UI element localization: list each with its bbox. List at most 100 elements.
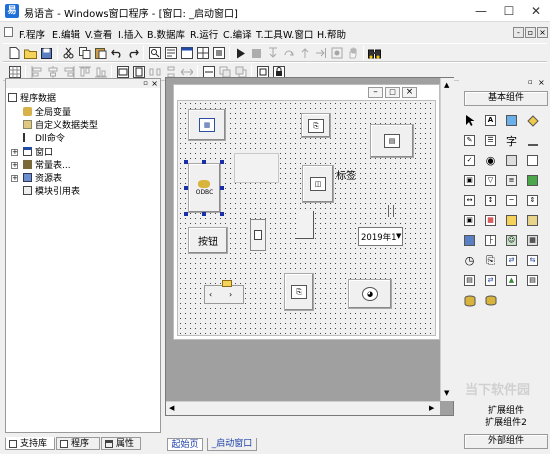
shape-control[interactable]	[296, 211, 314, 239]
progress-tool-icon[interactable]	[525, 173, 540, 188]
menu-view[interactable]: V.查看	[85, 27, 112, 41]
table-tool-icon[interactable]	[462, 233, 477, 248]
printer2-control[interactable]: ⎘	[284, 273, 314, 311]
timer-control[interactable]: ◕	[348, 279, 392, 309]
scroll-up-icon[interactable]: ▲	[444, 81, 449, 89]
tab-properties[interactable]: 属性	[101, 437, 141, 450]
edit-box-control[interactable]	[234, 153, 279, 183]
new-file-icon[interactable]	[7, 46, 22, 60]
calendar-tool-icon[interactable]: ▦	[483, 213, 498, 228]
same-height-icon[interactable]	[131, 65, 146, 79]
extended-components-2-button[interactable]: 扩展组件2	[464, 417, 548, 432]
frame-tool-icon[interactable]	[525, 153, 540, 168]
menu-program[interactable]: F.程序	[19, 27, 45, 41]
stop-all-icon[interactable]	[211, 46, 226, 60]
startup-window-form[interactable]: – □ × ▦ ⎘ ▤ ODBC ◫ 标签 按钮 2019年1 ▼ ⎘ ◕ ‹ …	[173, 84, 440, 340]
hscroll-tool-icon[interactable]: ↔	[462, 193, 477, 208]
tree-tool-icon[interactable]: ├	[483, 233, 498, 248]
palette-pin-icon[interactable]: ▫	[528, 78, 533, 86]
database-control[interactable]: ◫	[302, 165, 334, 203]
socket-tool-icon[interactable]: ⇄	[504, 253, 519, 268]
form-editor-icon[interactable]	[163, 46, 178, 60]
char-tool-icon[interactable]: 字	[504, 133, 519, 148]
tree-item-custom-types[interactable]: 自定义数据类型	[23, 120, 98, 132]
date-tool-icon[interactable]: ▣	[462, 213, 477, 228]
align-bottom-icon[interactable]	[93, 65, 108, 79]
edit-tool-icon[interactable]: ✎	[462, 133, 477, 148]
label-control[interactable]: 标签	[336, 167, 356, 182]
step-over-icon[interactable]	[281, 46, 296, 60]
form-client-area[interactable]: ▦ ⎘ ▤ ODBC ◫ 标签 按钮 2019年1 ▼ ⎘ ◕ ‹ ›	[177, 100, 436, 336]
image-list-tool-icon[interactable]: ▦	[525, 233, 540, 248]
basic-components-button[interactable]: 基本组件	[464, 91, 548, 106]
tree-item-windows[interactable]: 窗口	[23, 147, 53, 159]
tree-item-module-refs[interactable]: 模块引用表	[23, 186, 80, 198]
maximize-button[interactable]: ☐	[494, 2, 524, 20]
layout-icon[interactable]	[195, 46, 210, 60]
database-tool-icon[interactable]	[462, 293, 477, 308]
palette-close-icon[interactable]: ×	[538, 78, 545, 87]
line-tool-icon[interactable]	[525, 133, 540, 148]
horizontal-scrollbar[interactable]: ◀ ▶	[166, 401, 440, 415]
client-tool-icon[interactable]: ⇆	[525, 253, 540, 268]
tab-start-page[interactable]: 起始页	[167, 438, 203, 451]
tree-item-constants[interactable]: 常量表...	[23, 160, 71, 172]
shape-tool-icon[interactable]	[525, 113, 540, 128]
vertical-scrollbar[interactable]: ▲ ▼	[440, 78, 454, 401]
external-components-button[interactable]: 外部组件	[464, 434, 548, 449]
mdi-minimize-button[interactable]: -	[513, 27, 524, 38]
align-top-icon[interactable]	[77, 65, 92, 79]
menu-compile[interactable]: C.编译	[223, 27, 252, 41]
run-to-cursor-icon[interactable]	[313, 46, 328, 60]
mdi-doc-icon[interactable]	[4, 27, 13, 37]
tab-program[interactable]: 程序	[56, 437, 100, 450]
same-width-icon[interactable]	[115, 65, 130, 79]
groupbox-tool-icon[interactable]: ▣	[462, 173, 477, 188]
chart-tool-icon[interactable]: ▲	[504, 273, 519, 288]
panel-pin-icon[interactable]: ▫	[143, 79, 148, 87]
menu-insert[interactable]: I.插入	[118, 27, 143, 41]
breakpoint-icon[interactable]	[329, 46, 344, 60]
tree-root[interactable]: 程序数据	[8, 93, 56, 105]
space-horizontal-icon[interactable]	[147, 65, 162, 79]
mdi-restore-button[interactable]: ▫	[525, 27, 536, 38]
find-icon[interactable]	[147, 46, 162, 60]
data-source-control[interactable]: ▤	[370, 124, 414, 158]
scroll-list-control[interactable]: ‹ ›	[204, 280, 244, 304]
port-tool-icon[interactable]: ▤	[462, 273, 477, 288]
mdi-close-button[interactable]: ×	[537, 27, 548, 38]
scroll-right-icon[interactable]: ▶	[429, 404, 434, 412]
menu-database[interactable]: B.数据库	[147, 27, 185, 41]
users-tool-icon[interactable]: ☺	[504, 233, 519, 248]
align-left-icon[interactable]	[29, 65, 44, 79]
tree-item-dll-commands[interactable]: Dll命令	[23, 133, 65, 145]
save-icon[interactable]	[39, 46, 54, 60]
run-icon[interactable]	[233, 46, 248, 60]
minimize-button[interactable]: —	[466, 2, 496, 20]
tree-item-global-vars[interactable]: 全局变量	[23, 107, 71, 119]
tabs-tool-icon[interactable]: ≡	[504, 173, 519, 188]
checkbox-tool-icon[interactable]: ✓	[462, 153, 477, 168]
picture-tool-icon[interactable]	[504, 113, 519, 128]
paste-icon[interactable]	[93, 46, 108, 60]
cut-icon[interactable]	[61, 46, 76, 60]
scroll-down-icon[interactable]: ▼	[444, 389, 449, 397]
tree-item-resources[interactable]: 资源表	[23, 173, 62, 185]
splitter-control[interactable]	[388, 205, 394, 217]
vscroll-tool-icon[interactable]: ↕	[483, 193, 498, 208]
expand-windows-icon[interactable]: +	[11, 149, 18, 156]
grid-toggle-icon[interactable]	[7, 65, 22, 79]
vertical-scrollbar-control[interactable]	[250, 219, 266, 251]
expand-resources-icon[interactable]: +	[11, 175, 18, 182]
window-list-icon[interactable]	[179, 46, 194, 60]
drive-tool-icon[interactable]	[525, 213, 540, 228]
serial-tool-icon[interactable]: ⇄	[483, 273, 498, 288]
date-dropdown-icon[interactable]: ▼	[396, 232, 401, 240]
date-picker-control[interactable]: 2019年1 ▼	[358, 227, 403, 246]
step-out-icon[interactable]	[297, 46, 312, 60]
copy-icon[interactable]	[77, 46, 92, 60]
folder-tool-icon[interactable]	[504, 213, 519, 228]
button-control[interactable]: 按钮	[188, 227, 228, 254]
odbc-tool-icon[interactable]	[483, 293, 498, 308]
align-center-icon[interactable]	[45, 65, 60, 79]
